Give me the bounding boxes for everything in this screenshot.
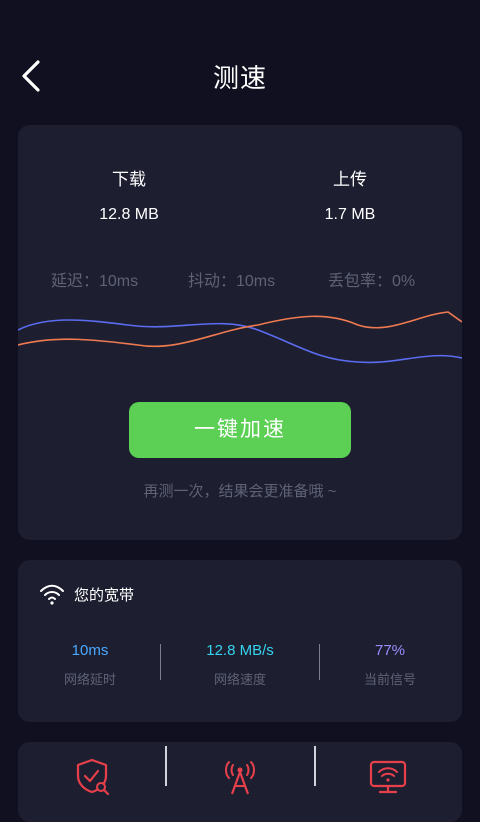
monitor-wifi-icon — [369, 760, 407, 794]
boost-button[interactable]: 一键加速 — [129, 402, 351, 458]
download-label: 下载 — [112, 170, 146, 189]
broadband-title: 您的宽带 — [74, 586, 135, 604]
broadband-header: 您的宽带 — [38, 582, 134, 606]
broadband-card: 您的宽带 10ms 网络延时 12.8 MB/s 网络速度 77% 当前信号 — [18, 560, 462, 722]
shield-search-icon — [76, 758, 110, 796]
network-speed-stat: 12.8 MB/s 网络速度 — [170, 642, 310, 688]
latency-metric: 延迟：10ms — [51, 273, 139, 290]
jitter-metric: 抖动：10ms — [188, 273, 276, 290]
stat-label: 网络延时 — [63, 672, 116, 687]
tools-card — [18, 742, 462, 822]
network-latency-stat: 10ms 网络延时 — [20, 642, 160, 688]
signal-tower-button[interactable] — [220, 756, 260, 796]
download-stat: 下载 12.8 MB — [29, 165, 229, 224]
security-check-button[interactable] — [72, 756, 112, 796]
upload-value: 1.7 MB — [324, 206, 376, 223]
header: 测速 — [0, 0, 480, 110]
stat-value: 77% — [374, 642, 406, 659]
wifi-icon — [40, 584, 64, 605]
download-wave — [18, 319, 462, 364]
signal-stat: 77% 当前信号 — [320, 642, 460, 688]
stat-value: 12.8 MB/s — [206, 642, 274, 659]
divider — [160, 644, 161, 680]
packet-loss-metric: 丢包率：0% — [328, 273, 416, 290]
stat-value: 10ms — [71, 642, 109, 659]
device-network-button[interactable] — [368, 756, 408, 796]
upload-wave — [18, 311, 462, 348]
download-value: 12.8 MB — [99, 206, 159, 223]
stat-label: 当前信号 — [363, 672, 416, 687]
signal-tower-icon — [225, 761, 255, 795]
page-title: 测速 — [212, 63, 267, 93]
stat-label: 网络速度 — [213, 672, 266, 687]
upload-label: 上传 — [333, 170, 367, 189]
speed-test-card: 下载 12.8 MB 上传 1.7 MB 延迟：10ms 抖动：10ms 丢包率… — [18, 125, 462, 540]
speed-wave-graph — [18, 311, 462, 364]
upload-stat: 上传 1.7 MB — [250, 165, 450, 224]
divider — [314, 746, 316, 786]
retest-hint: 再测一次，结果会更准备哦 ~ — [143, 483, 337, 500]
divider — [165, 746, 167, 786]
